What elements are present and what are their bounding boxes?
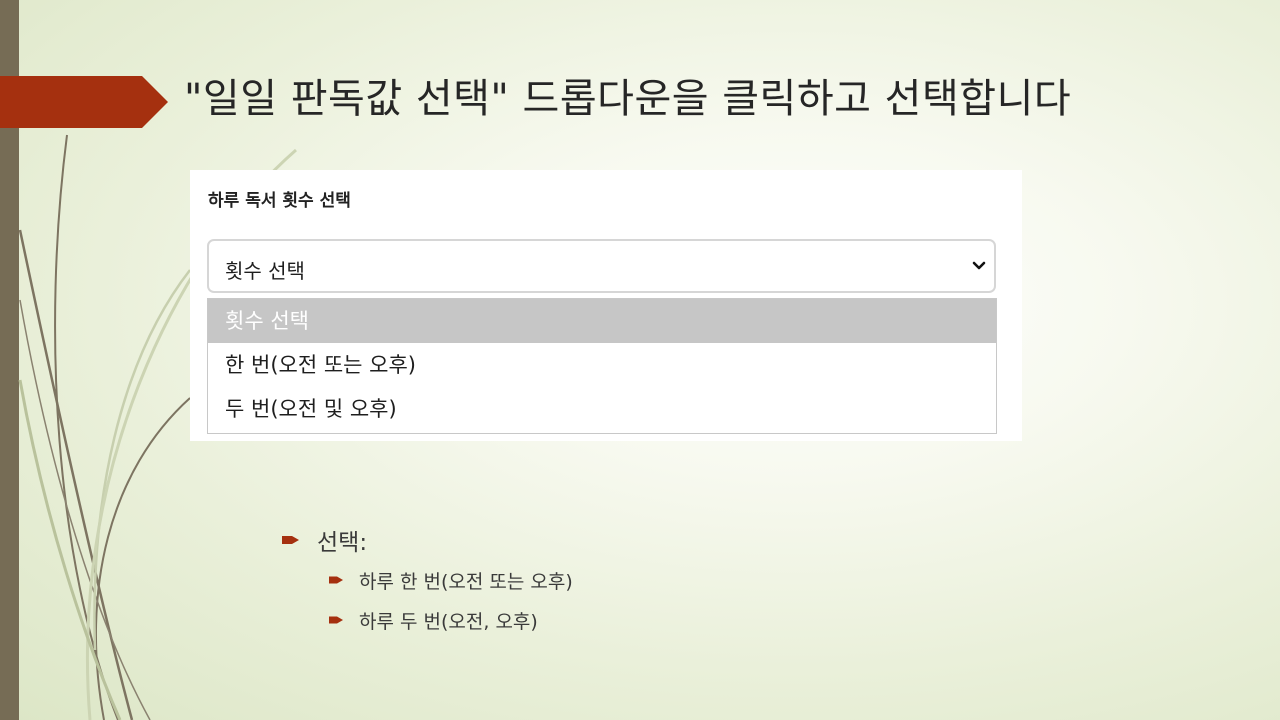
sub-bullet-list: 하루 한 번(오전 또는 오후) 하루 두 번(오전, 오후) [282, 557, 573, 640]
option-select-count[interactable]: 횟수 선택 [208, 299, 996, 343]
dropdown-options-list: 횟수 선택 한 번(오전 또는 오후) 두 번(오전 및 오후) [207, 298, 997, 434]
reading-count-select[interactable]: 횟수 선택 [207, 239, 996, 293]
embedded-screenshot: 하루 독서 횟수 선택 횟수 선택 횟수 선택 한 번(오전 또는 오후) 두 … [190, 170, 1022, 441]
select-current-value: 횟수 선택 [225, 259, 305, 283]
chevron-down-icon [972, 261, 986, 270]
sub-bullet-text: 하루 두 번(오전, 오후) [359, 610, 538, 633]
option-twice[interactable]: 두 번(오전 및 오후) [208, 387, 996, 431]
bullet-item-heading: 선택: 하루 한 번(오전 또는 오후) 하루 두 번(오전, 오후) [282, 523, 573, 640]
bullet-arrow-icon [282, 536, 299, 544]
bullet-list: 선택: 하루 한 번(오전 또는 오후) 하루 두 번(오전, 오후) [282, 523, 573, 640]
reading-count-label: 하루 독서 횟수 선택 [208, 191, 351, 211]
sub-bullet-item: 하루 두 번(오전, 오후) [329, 600, 573, 640]
bullet-arrow-icon [329, 616, 343, 624]
sub-bullet-text: 하루 한 번(오전 또는 오후) [359, 570, 573, 593]
sub-bullet-item: 하루 한 번(오전 또는 오후) [329, 560, 573, 600]
bullet-heading-text: 선택: [317, 530, 368, 556]
option-once[interactable]: 한 번(오전 또는 오후) [208, 343, 996, 387]
title-arrow-shape [0, 76, 168, 128]
slide-title: "일일 판독값 선택" 드롭다운을 클릭하고 선택합니다 [184, 76, 1072, 122]
bullet-arrow-icon [329, 576, 343, 584]
